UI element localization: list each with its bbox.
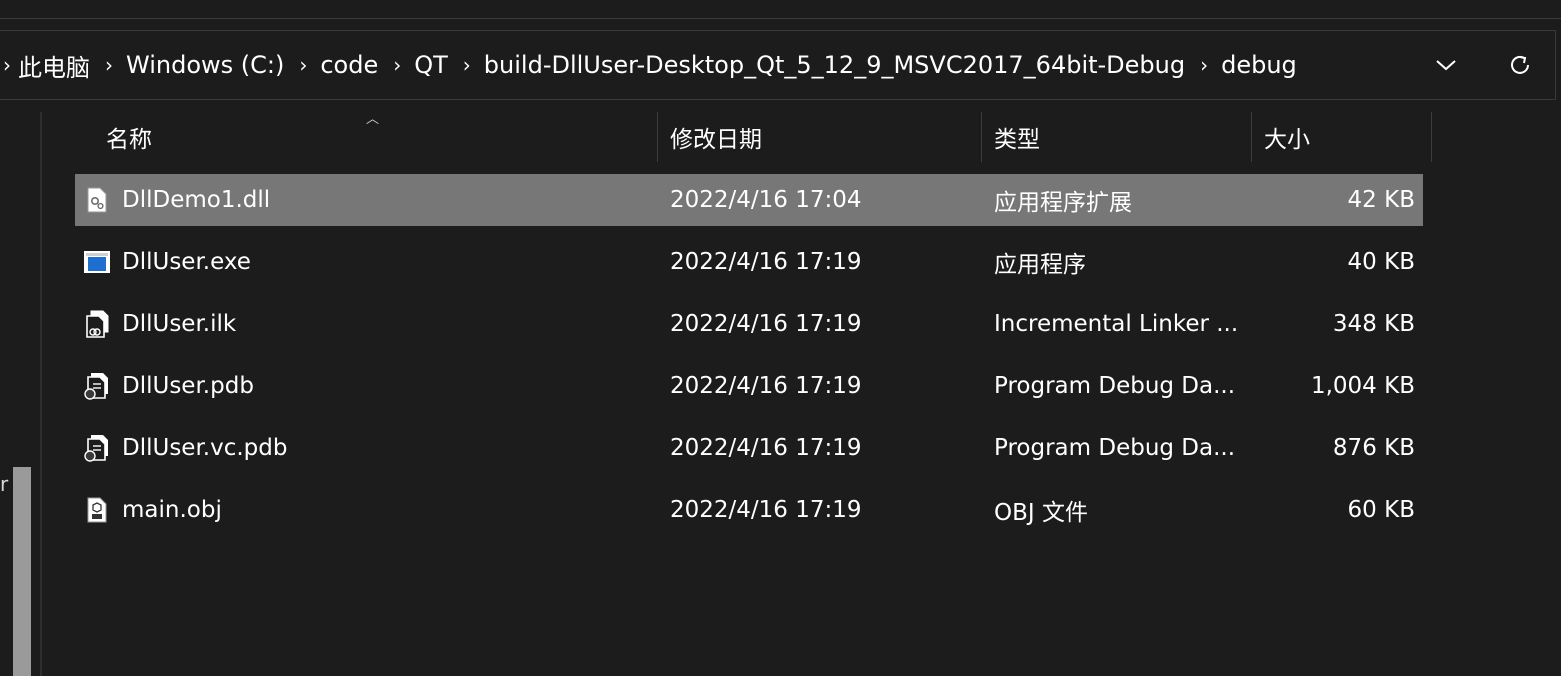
file-name: DllDemo1.dll xyxy=(122,187,271,213)
column-divider[interactable] xyxy=(657,112,658,162)
file-date: 2022/4/16 17:19 xyxy=(670,435,862,461)
breadcrumb-item-code[interactable]: code xyxy=(316,51,384,79)
column-header-name[interactable]: 名称 xyxy=(106,112,152,162)
file-size: 42 KB xyxy=(1347,187,1415,213)
file-row[interactable]: DllUser.vc.pdb 2022/4/16 17:19 Program D… xyxy=(75,422,1423,474)
exe-file-icon xyxy=(83,236,111,288)
file-size: 60 KB xyxy=(1347,497,1415,523)
column-header-type[interactable]: 类型 xyxy=(994,112,1040,162)
navigation-scrollbar-thumb[interactable] xyxy=(13,467,31,676)
file-type: 应用程序扩展 xyxy=(994,190,1132,216)
file-type: Program Debug Da... xyxy=(994,373,1236,399)
breadcrumb-separator[interactable]: › xyxy=(1191,53,1217,77)
file-type: Program Debug Da... xyxy=(994,435,1236,461)
breadcrumb-item-build-folder[interactable]: build-DllUser-Desktop_Qt_5_12_9_MSVC2017… xyxy=(480,51,1191,79)
file-row[interactable]: DllUser.ilk 2022/4/16 17:19 Incremental … xyxy=(75,298,1423,350)
dll-file-icon xyxy=(83,174,111,226)
file-row[interactable]: DllUser.pdb 2022/4/16 17:19 Program Debu… xyxy=(75,360,1423,412)
refresh-icon xyxy=(1511,55,1529,74)
pdb-file-icon xyxy=(83,360,111,412)
breadcrumb-separator[interactable]: › xyxy=(290,53,316,77)
file-type: Incremental Linker ... xyxy=(994,311,1239,337)
column-divider[interactable] xyxy=(981,112,982,162)
file-row[interactable]: DllUser.exe 2022/4/16 17:19 应用程序 40 KB xyxy=(75,236,1423,288)
file-name: DllUser.vc.pdb xyxy=(122,435,288,461)
file-list: DllDemo1.dll 2022/4/16 17:04 应用程序扩展 42 K… xyxy=(75,174,1423,546)
file-name: DllUser.ilk xyxy=(122,311,237,337)
file-size: 1,004 KB xyxy=(1310,373,1415,399)
file-date: 2022/4/16 17:19 xyxy=(670,497,862,523)
breadcrumb-separator[interactable]: › xyxy=(454,53,480,77)
ilk-file-icon xyxy=(83,298,111,350)
pdb-file-icon xyxy=(83,422,111,474)
breadcrumb-item-qt[interactable]: QT xyxy=(410,51,454,79)
file-row[interactable]: DllDemo1.dll 2022/4/16 17:04 应用程序扩展 42 K… xyxy=(75,174,1423,226)
file-size: 348 KB xyxy=(1332,311,1415,337)
breadcrumb-separator[interactable]: › xyxy=(384,53,410,77)
column-divider[interactable] xyxy=(1251,112,1252,162)
file-date: 2022/4/16 17:19 xyxy=(670,311,862,337)
file-name: DllUser.exe xyxy=(122,249,251,275)
obj-file-icon xyxy=(83,484,111,536)
column-header-date[interactable]: 修改日期 xyxy=(670,112,762,162)
breadcrumb-item-this-pc[interactable]: 此电脑 xyxy=(14,48,96,83)
breadcrumb-separator[interactable]: › xyxy=(0,53,14,77)
file-date: 2022/4/16 17:19 xyxy=(670,249,862,275)
chevron-down-icon xyxy=(1436,60,1456,71)
file-size: 876 KB xyxy=(1332,435,1415,461)
breadcrumb: › 此电脑 › Windows (C:) › code › QT › build… xyxy=(0,31,1303,99)
breadcrumb-item-drive-c[interactable]: Windows (C:) xyxy=(122,51,290,79)
column-header-size[interactable]: 大小 xyxy=(1264,112,1310,162)
column-header-row: 名称 修改日期 类型 大小 xyxy=(75,112,1435,162)
file-size: 40 KB xyxy=(1347,249,1415,275)
refresh-button[interactable] xyxy=(1500,45,1540,85)
file-row[interactable]: main.obj 2022/4/16 17:19 OBJ 文件 60 KB xyxy=(75,484,1423,536)
address-history-dropdown[interactable] xyxy=(1426,45,1466,85)
title-bar-strip xyxy=(0,0,1561,19)
file-type: OBJ 文件 xyxy=(994,500,1088,526)
file-date: 2022/4/16 17:04 xyxy=(670,187,862,213)
file-date: 2022/4/16 17:19 xyxy=(670,373,862,399)
navigation-item-fragment[interactable]: r xyxy=(0,472,8,496)
file-name: DllUser.pdb xyxy=(122,373,254,399)
breadcrumb-separator[interactable]: › xyxy=(96,53,122,77)
column-divider[interactable] xyxy=(1431,112,1432,162)
breadcrumb-item-debug[interactable]: debug xyxy=(1217,51,1303,79)
address-bar[interactable]: › 此电脑 › Windows (C:) › code › QT › build… xyxy=(0,30,1556,100)
file-type: 应用程序 xyxy=(994,252,1086,278)
file-name: main.obj xyxy=(122,497,222,523)
